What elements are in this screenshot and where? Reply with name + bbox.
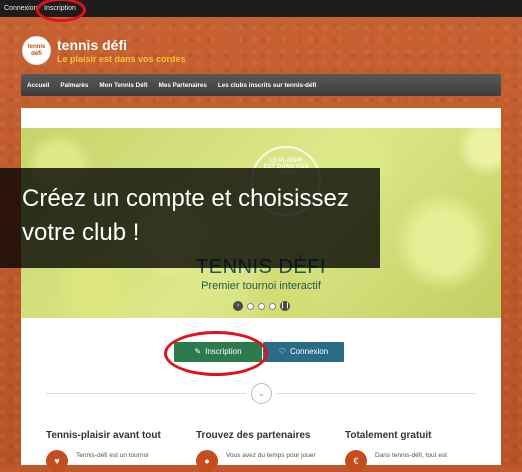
feature-gratuit: Totalement gratuit € Dans tennis-défi, t…: [345, 430, 475, 472]
logo-tagline: Le plaisir est dans vos cordes: [57, 54, 186, 64]
nav-item-clubs-inscrits[interactable]: Les clubs inscrits sur tennis-défi: [218, 82, 316, 89]
topbar-login-link[interactable]: Connexion: [4, 0, 37, 17]
heart-outline-icon: ♡: [278, 347, 286, 356]
euro-icon: €: [345, 450, 367, 472]
feature-title: Tennis-plaisir avant tout: [46, 430, 161, 441]
callout-text: Créez un compte et choisissez votre club…: [22, 185, 349, 246]
hero-subtitle: Premier tournoi interactif: [201, 280, 321, 292]
main-nav: Accueil Palmarès Mon Tennis Défi Mes Par…: [21, 74, 501, 96]
slider-dot[interactable]: [258, 302, 265, 310]
divider-left: [46, 393, 246, 394]
feature-partenaires: Trouvez des partenaires ● Vous avez du t…: [196, 430, 326, 472]
nav-item-mon-tennis-defi[interactable]: Mon Tennis Défi: [99, 82, 147, 89]
tennis-ball-logo-icon: tennis défi: [22, 36, 51, 65]
callout-banner: Créez un compte et choisissez votre club…: [0, 168, 380, 268]
feature-tennis-plaisir: Tennis-plaisir avant tout ♥ Tennis-défi …: [46, 430, 176, 472]
login-button[interactable]: ♡ Connexion: [263, 342, 344, 362]
chevron-down-icon[interactable]: ⌄: [251, 383, 272, 404]
feature-text: Dans tennis-défi, tout est: [375, 452, 447, 459]
feature-title: Totalement gratuit: [345, 430, 432, 441]
nav-item-palmares[interactable]: Palmarès: [60, 82, 88, 89]
slider-next-icon[interactable]: ›: [233, 301, 243, 311]
logo-title: tennis défi: [57, 37, 128, 53]
slider-dot[interactable]: [247, 302, 254, 310]
login-button-label: Connexion: [289, 347, 329, 356]
heart-icon: ♥: [46, 450, 68, 472]
slider-pause-icon[interactable]: ❙❙: [280, 301, 290, 311]
topbar-signup-link[interactable]: Inscription: [44, 0, 76, 17]
user-icon: ●: [196, 450, 218, 472]
slider-controls: › ❙❙: [233, 300, 290, 312]
divider-right: [276, 393, 476, 394]
site-logo[interactable]: tennis défi tennis défi Le plaisir est d…: [22, 36, 222, 66]
pencil-icon: ✎: [194, 347, 202, 356]
logo-ball-text: tennis défi: [27, 44, 46, 57]
nav-item-accueil[interactable]: Accueil: [27, 82, 49, 89]
top-bar: Connexion Inscription: [0, 0, 522, 17]
slider-dot[interactable]: [269, 302, 276, 310]
feature-text: Tennis-défi est un tournoi: [76, 452, 149, 459]
nav-item-mes-partenaires[interactable]: Mes Partenaires: [159, 82, 207, 89]
feature-title: Trouvez des partenaires: [196, 430, 311, 441]
signup-button[interactable]: ✎ Inscription: [174, 342, 262, 362]
signup-button-label: Inscription: [205, 347, 242, 356]
feature-text: Vous avez du temps pour jouer: [226, 452, 316, 459]
